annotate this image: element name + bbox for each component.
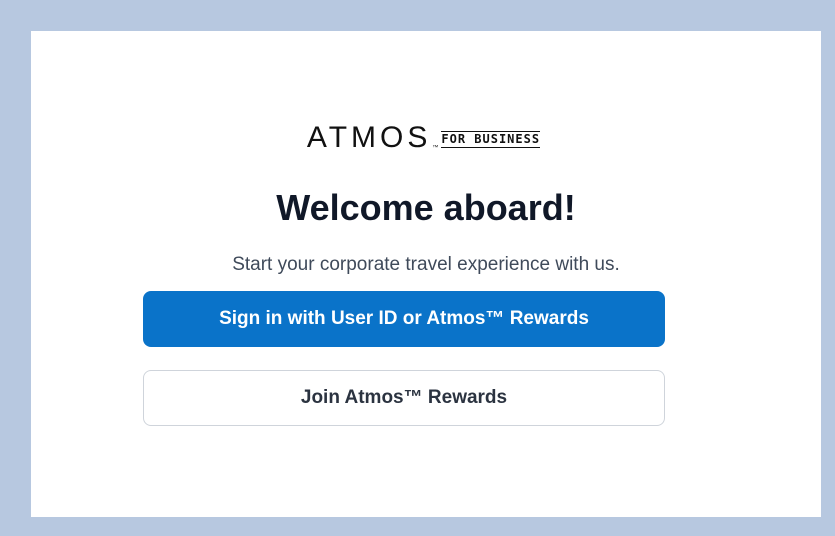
welcome-card: ATMOS ™ FOR BUSINESS Welcome aboard! Sta… [31, 31, 821, 517]
page-background: ATMOS ™ FOR BUSINESS Welcome aboard! Sta… [0, 0, 835, 536]
logo-for-business: FOR BUSINESS [441, 131, 541, 148]
atmos-for-business-logo: ATMOS ™ FOR BUSINESS [31, 123, 821, 153]
page-subtitle: Start your corporate travel experience w… [232, 254, 620, 275]
logo-wordmark: ATMOS [306, 121, 432, 154]
logo-trademark: ™ [432, 145, 439, 151]
join-rewards-button[interactable]: Join Atmos™ Rewards [143, 370, 665, 426]
sign-in-button[interactable]: Sign in with User ID or Atmos™ Rewards [143, 291, 665, 347]
page-title: Welcome aboard! [276, 187, 576, 228]
